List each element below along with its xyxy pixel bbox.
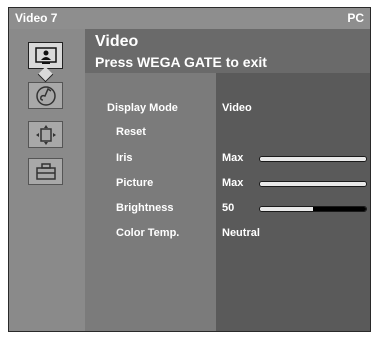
pc-label: PC (347, 11, 364, 25)
row-value: Max (222, 152, 244, 164)
input-label: Video 7 (15, 11, 58, 25)
top-bar: Video 7 PC (9, 8, 370, 29)
iris-slider[interactable] (259, 156, 367, 162)
music-note-icon (35, 85, 56, 106)
slider-fill (260, 207, 313, 211)
row-brightness[interactable]: Brightness 50 (85, 200, 372, 220)
row-iris[interactable]: Iris Max (85, 150, 372, 170)
menu-sidebar (9, 29, 85, 331)
osd-window: Video 7 PC Video Press WEGA GATE to exit… (8, 7, 371, 332)
menu-title: Video (95, 33, 139, 50)
menu-header: Video Press WEGA GATE to exit (85, 29, 370, 73)
slider-fill (260, 182, 366, 186)
row-label: Reset (116, 126, 146, 138)
row-label: Brightness (116, 202, 174, 214)
slider-fill (260, 157, 366, 161)
row-label: Color Temp. (116, 227, 180, 239)
row-display-mode[interactable]: Display Mode Video (85, 100, 372, 120)
slider-rest (313, 207, 366, 211)
row-color-temp[interactable]: Color Temp. Neutral (85, 225, 372, 245)
row-value: Max (222, 177, 244, 189)
menu-item-picture[interactable] (28, 42, 63, 69)
row-picture[interactable]: Picture Max (85, 175, 372, 195)
menu-item-setup[interactable] (28, 158, 63, 185)
row-value: Neutral (222, 227, 260, 239)
settings-panel: Display Mode Video Reset Iris Max Pictur… (85, 73, 370, 331)
monitor-icon (34, 46, 57, 64)
row-value: 50 (222, 202, 235, 214)
brightness-slider[interactable] (259, 206, 367, 212)
row-label: Iris (116, 152, 133, 164)
menu-item-sound[interactable] (28, 82, 63, 109)
row-label: Picture (116, 177, 154, 189)
toolbox-icon (35, 162, 56, 180)
row-reset[interactable]: Reset (85, 124, 372, 144)
row-label: Display Mode (107, 102, 178, 114)
menu-item-screen[interactable] (28, 121, 63, 148)
row-value: Video (222, 102, 252, 114)
menu-subtitle: Press WEGA GATE to exit (95, 54, 267, 70)
screen-adjust-icon (35, 124, 56, 145)
active-pointer-icon (37, 66, 54, 83)
picture-slider[interactable] (259, 181, 367, 187)
